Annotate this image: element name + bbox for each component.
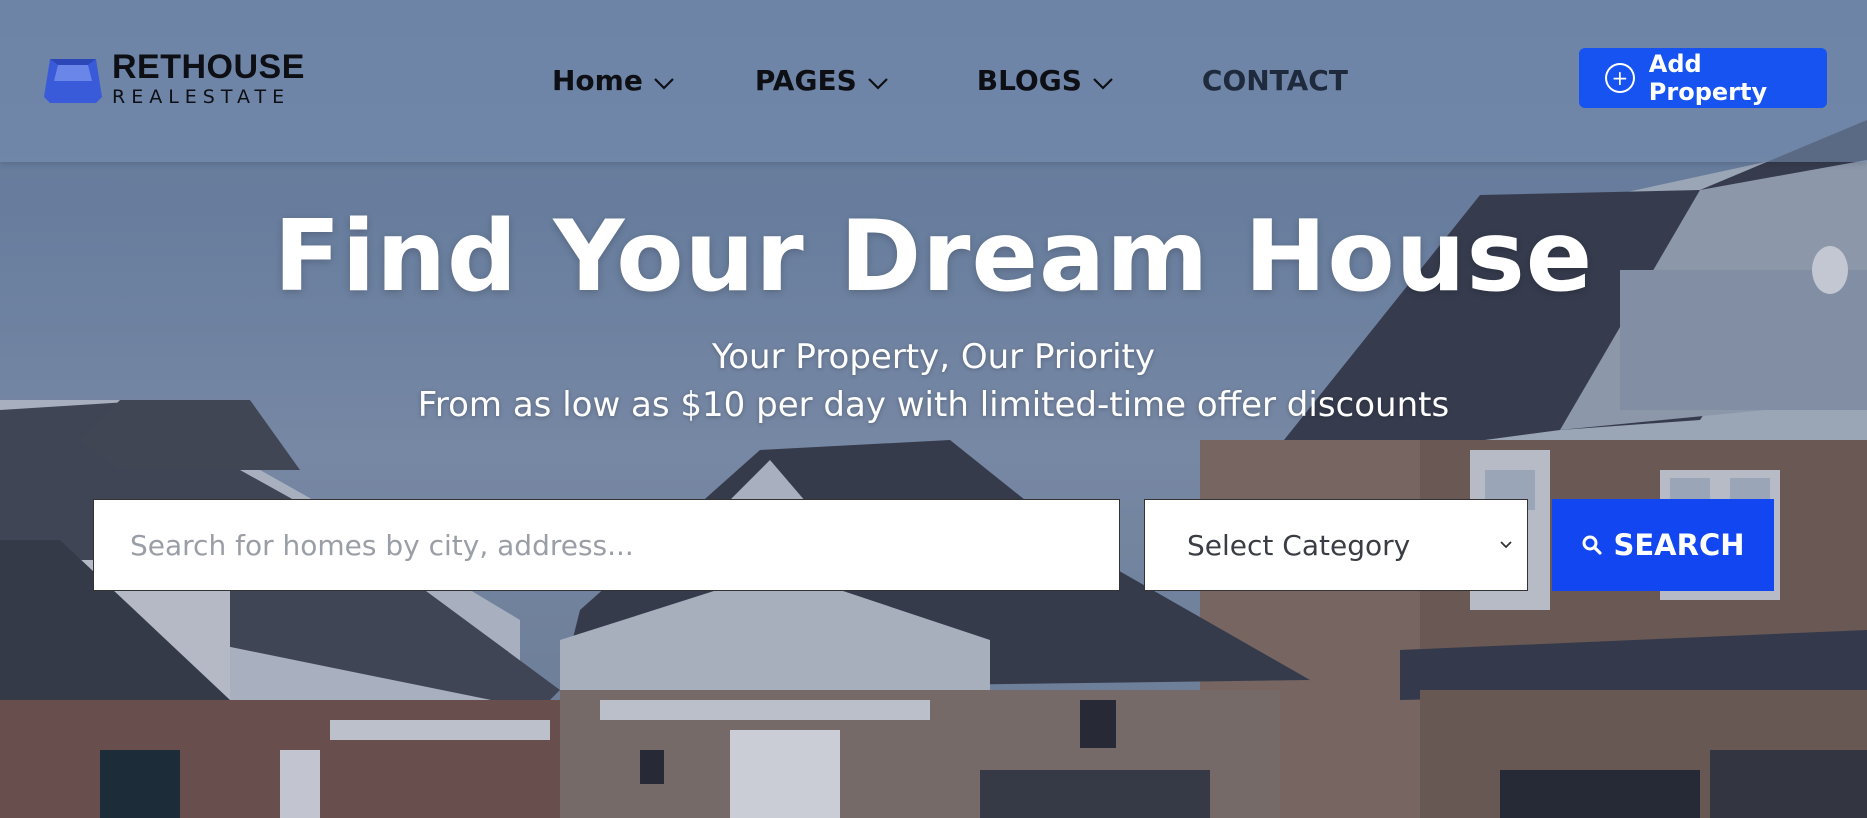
site-header: RETHOUSE REALESTATE Home PAGES BLOGS CON… <box>0 0 1867 162</box>
nav-item-label: BLOGS <box>976 63 1082 97</box>
brand-logo[interactable]: RETHOUSE REALESTATE <box>44 50 305 108</box>
search-button-label: SEARCH <box>1613 528 1745 562</box>
chevron-down-icon <box>654 78 674 90</box>
chevron-down-icon <box>1500 541 1512 549</box>
nav-item-blogs[interactable]: BLOGS <box>977 60 1114 100</box>
nav-item-label: PAGES <box>754 63 857 97</box>
search-icon <box>1582 535 1603 555</box>
chevron-down-icon <box>867 78 888 90</box>
nav-item-pages[interactable]: PAGES <box>755 60 889 100</box>
category-select[interactable]: Select Category <box>1144 499 1528 591</box>
nav-item-home[interactable]: Home <box>552 60 675 100</box>
logo-icon <box>44 59 102 103</box>
nav-item-label: Home <box>552 63 643 97</box>
add-property-button[interactable]: + Add Property <box>1579 48 1827 108</box>
nav-item-label: CONTACT <box>1201 63 1348 97</box>
chevron-down-icon <box>1093 78 1113 90</box>
plus-circle-icon: + <box>1605 63 1635 93</box>
category-select-value: Select Category <box>1187 528 1411 562</box>
brand-name: RETHOUSE <box>112 48 305 86</box>
brand-tagline: REALESTATE <box>112 86 291 108</box>
nav-item-contact[interactable]: CONTACT <box>1202 60 1348 100</box>
hero-subtitle: Your Property, Our Priority <box>712 337 1155 377</box>
search-button[interactable]: SEARCH <box>1552 499 1774 591</box>
search-input[interactable] <box>93 499 1120 591</box>
hero-offer-text: From as low as $10 per day with limited-… <box>417 385 1450 425</box>
hero-title: Find Your Dream House <box>273 200 1594 314</box>
add-property-label: Add Property <box>1648 50 1768 106</box>
main-nav: Home PAGES BLOGS CONTACT <box>552 60 1348 100</box>
